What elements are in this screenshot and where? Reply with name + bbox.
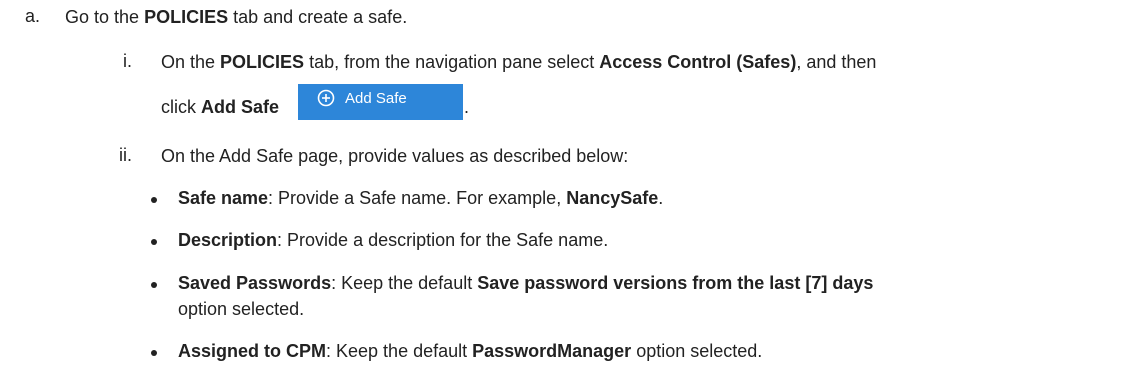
step-i-text-line1: On the POLICIES tab, from the navigation… [161, 52, 877, 72]
step-i-period: . [464, 97, 470, 117]
step-i-marker: i. [123, 51, 132, 71]
step-ii-text: On the Add Safe page, provide values as … [161, 146, 629, 166]
instructions-document: a. Go to the POLICIES tab and create a s… [0, 0, 1147, 387]
plus-circle-icon [317, 89, 335, 107]
bullet-saved-passwords: Saved Passwords: Keep the default Save p… [178, 273, 874, 293]
access-control-ref: Access Control (Safes) [599, 52, 797, 72]
add-safe-button-image: Add Safe [298, 84, 463, 120]
step-a-text: Go to the POLICIES tab and create a safe… [65, 7, 408, 27]
step-i-text-line2: click Add Safe [161, 97, 280, 117]
step-ii-marker: ii. [119, 145, 132, 165]
add-safe-button-label: Add Safe [345, 90, 407, 107]
bullet-safe-name: Safe name: Provide a Safe name. For exam… [178, 188, 664, 208]
bullet-dot [151, 350, 157, 356]
bullet-dot [151, 197, 157, 203]
bullet-dot [151, 282, 157, 288]
policies-tab-ref: POLICIES [144, 7, 229, 27]
bullet-dot [151, 239, 157, 245]
bullet-saved-passwords-line2: option selected. [178, 299, 305, 319]
bullet-description: Description: Provide a description for t… [178, 230, 609, 250]
bullet-assigned-cpm: Assigned to CPM: Keep the default Passwo… [178, 341, 763, 361]
step-a-marker: a. [24, 6, 40, 26]
